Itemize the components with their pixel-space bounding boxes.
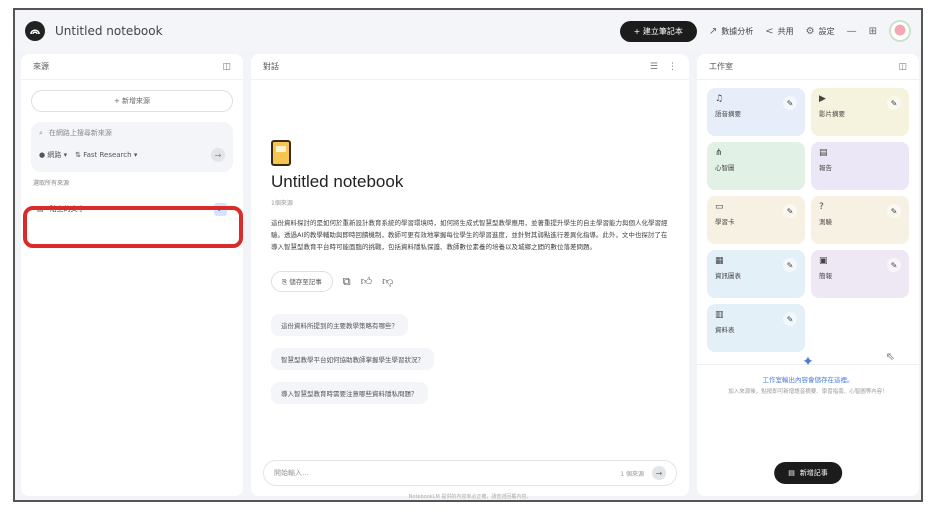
edit-icon[interactable]: ✎ [887,258,901,272]
studio-empty-state: ✦ 工作室輸出內容會儲存在這裡。 加入來源後，點按即可新增語音摘要、學習指南、心… [707,354,909,397]
share-icon: < [765,25,774,37]
notebook-heading: Untitled notebook [271,172,404,191]
empty-state-title: 工作室輸出內容會儲存在這裡。 [762,376,854,384]
edit-icon[interactable]: ✎ [783,204,797,218]
studio-tile-video[interactable]: ▶ 影片摘要 ✎ [811,88,909,136]
studio-tile-flashcards[interactable]: ▭ 學習卡 ✎ [707,196,805,244]
empty-state-description: 加入來源後，點按即可新增語音摘要、學習指南、心智圖等內容！ [728,389,888,395]
top-bar: Untitled notebook + 建立筆記本 ↗ 數據分析 < 共用 ⚙ 設定 … [15,10,921,52]
collapse-panel-icon[interactable]: ◫ [898,62,907,72]
source-search-box: ⌕ 在網路上搜尋新來源 ● 網路 ▾ ⇅ Fast Research ▾ → [31,122,233,172]
suggested-question[interactable]: 這份資料所提到的主要教學策略有哪些？ [271,314,408,336]
chat-panel-title: 對話 [263,62,279,71]
gear-icon: ⚙ [805,25,815,37]
note-icon: ▤ [788,469,795,477]
thumbs-down-icon[interactable]: 👎︎ [382,275,393,288]
more-vert-icon[interactable]: ⋮ [668,62,677,72]
chat-source-count: 1 個來源 [620,470,644,478]
avatar[interactable] [889,20,911,42]
search-submit-button[interactable]: → [211,148,225,162]
settings-button[interactable]: ⚙ 設定 [806,26,835,37]
save-to-note-button[interactable]: ⎘ 儲存至記事 [271,271,333,292]
studio-tile-report[interactable]: ▤ 報告 [811,142,909,190]
notebook-summary: 這份資料探討的是如何於重新設計教育系統的學習環境時，如何將生成式智慧型教學應用，… [271,219,668,251]
highlight-annotation [23,206,243,248]
source-count-meta: 1個來源 [271,200,293,207]
edit-icon[interactable]: ✎ [887,96,901,110]
edit-icon[interactable]: ✎ [783,258,797,272]
edit-icon[interactable]: ✎ [783,312,797,326]
studio-tile-quiz[interactable]: ? 測驗 ✎ [811,196,909,244]
studio-tile-table[interactable]: ▥ 資料表 ✎ [707,304,805,352]
select-all-label: 選取所有來源 [33,180,70,187]
thumbs-up-icon[interactable]: 👍︎ [361,275,373,288]
studio-tile-slides[interactable]: ▣ 簡報 ✎ [811,250,909,298]
notebooklm-logo-icon[interactable] [25,21,45,41]
add-source-button[interactable]: + 新增來源 [31,90,233,112]
app-window: Untitled notebook + 建立筆記本 ↗ 數據分析 < 共用 ⚙ 設定 … [13,8,923,502]
search-input[interactable]: 在網路上搜尋新來源 [49,128,112,138]
studio-panel-title: 工作室 [709,62,733,71]
share-button[interactable]: < 共用 [765,26,793,37]
chat-input[interactable]: 開始輸入… 1 個來源 → [263,460,677,486]
sources-panel: 來源 ◫ + 新增來源 ⌕ 在網路上搜尋新來源 ● 網路 ▾ ⇅ Fast Res… [21,54,243,496]
tune-icon[interactable]: ☰ [650,62,658,72]
notebook-emoji-icon [271,140,291,166]
chat-panel: 對話 ☰ ⋮ Untitled notebook 1個來源 這份資料探討的是如何於… [251,54,689,496]
web-mode-dropdown[interactable]: ● 網路 ▾ [39,150,67,160]
analytics-icon: ↗ [708,25,718,37]
sources-panel-title: 來源 [33,62,49,71]
disclaimer-footer: NotebookLM 提供的內容未必正確，請查證回覆內容。 [408,494,532,500]
notebook-title[interactable]: Untitled notebook [55,24,163,38]
edit-icon[interactable]: ✎ [887,204,901,218]
report-icon: ▤ [819,148,828,158]
collapse-panel-icon[interactable]: ◫ [222,62,231,72]
studio-panel: 工作室 ◫ ♫ 語音摘要 ✎ ▶ 影片摘要 ✎ ⋔ 心智圖 ▤ 報告 ▭ 學習卡 ✎ ? 測驗 ✎ … [697,54,919,496]
add-note-button[interactable]: ▤ 新增記事 [774,462,842,484]
suggested-question[interactable]: 導入智慧型教育時需要注意哪些資料隱私問題？ [271,382,428,404]
magic-wand-icon: ✦ [802,354,814,370]
mindmap-icon: ⋔ [715,148,723,158]
studio-tile-mindmap[interactable]: ⋔ 心智圖 [707,142,805,190]
studio-tile-infographic[interactable]: ▦ 資訊圖表 ✎ [707,250,805,298]
studio-tile-audio[interactable]: ♫ 語音摘要 ✎ [707,88,805,136]
research-mode-dropdown[interactable]: ⇅ Fast Research ▾ [75,151,137,159]
minus-icon[interactable]: — [847,26,857,37]
create-notebook-button[interactable]: + 建立筆記本 [619,20,697,42]
suggested-question[interactable]: 智慧型教學平台如何協助教師掌握學生學習狀況？ [271,348,434,370]
mouse-cursor-icon: ⇖ [885,350,895,363]
apps-grid-icon[interactable]: ⊞ [869,26,877,37]
edit-icon[interactable]: ✎ [783,96,797,110]
search-icon: ⌕ [39,128,43,137]
analytics-button[interactable]: ↗ 數據分析 [709,26,753,37]
send-button[interactable]: → [652,466,666,480]
copy-icon[interactable]: ⧉ [343,275,351,289]
